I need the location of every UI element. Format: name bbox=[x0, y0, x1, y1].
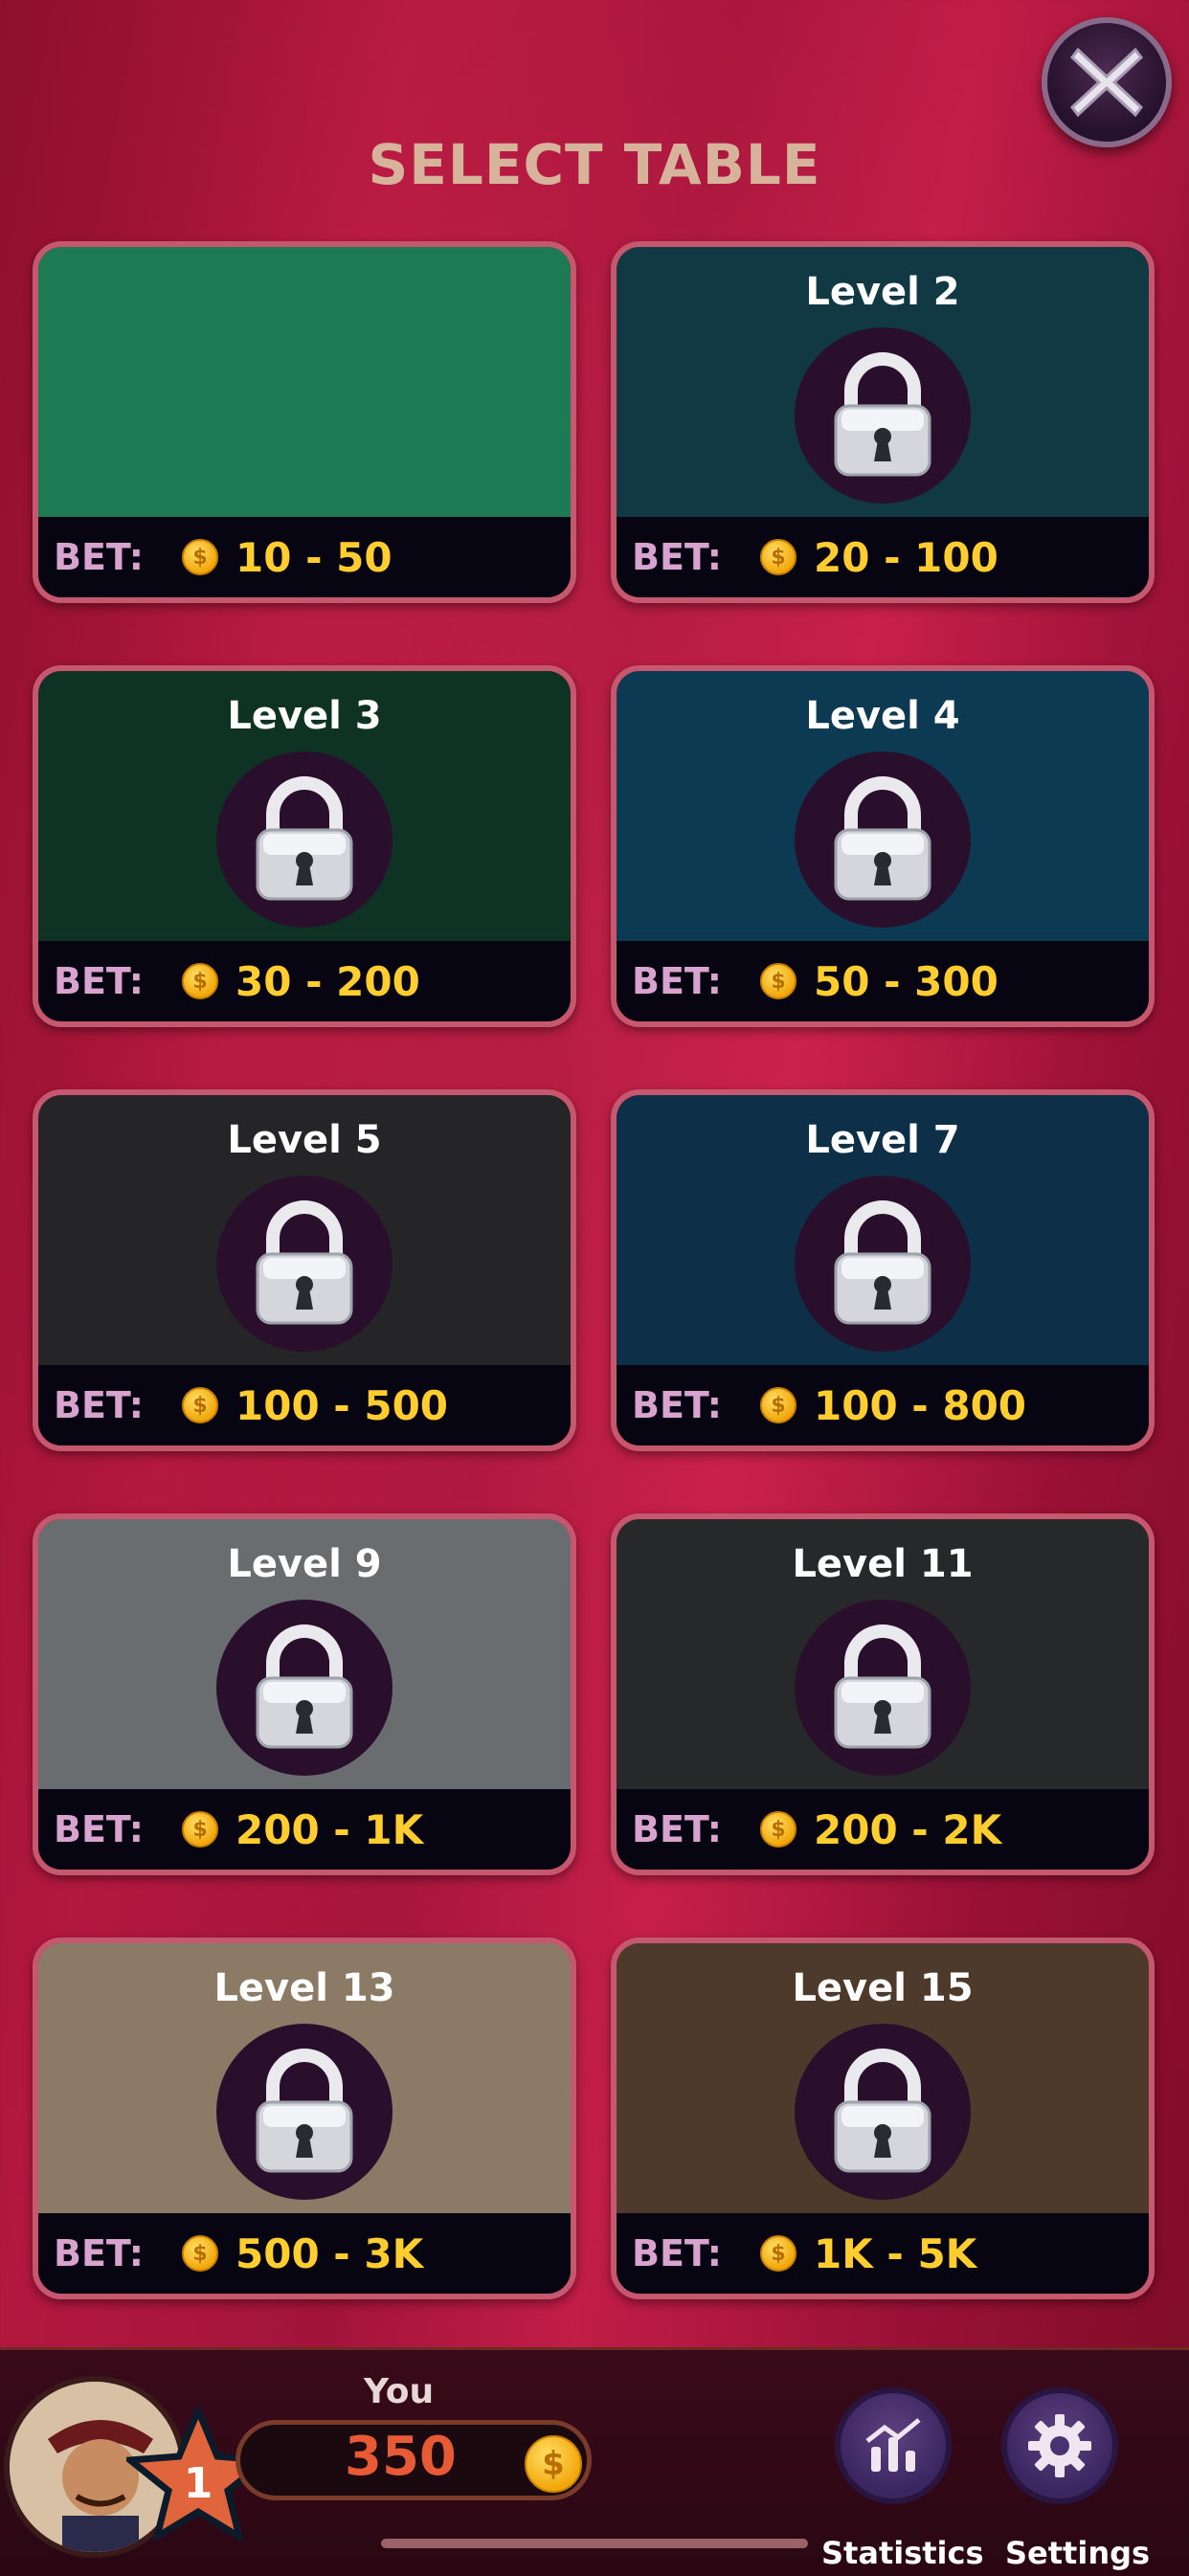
table-card[interactable]: Level 7 BET: $100 - 800 bbox=[611, 1089, 1155, 1451]
coin-icon: $ bbox=[182, 539, 218, 575]
bet-bar: BET: $30 - 200 bbox=[38, 941, 571, 1021]
lock-icon bbox=[795, 1600, 971, 1776]
bet-label: BET: bbox=[632, 960, 722, 1002]
coin-icon: $ bbox=[182, 1811, 218, 1848]
lock-icon bbox=[216, 1600, 393, 1776]
table-card[interactable]: BET: $10 - 50 bbox=[33, 241, 576, 603]
table-level-label: Level 2 bbox=[805, 270, 960, 314]
bet-bar: BET: $20 - 100 bbox=[617, 517, 1149, 597]
lock-icon bbox=[795, 751, 971, 928]
bet-label: BET: bbox=[632, 536, 722, 578]
table-level-label: Level 15 bbox=[792, 1966, 974, 2010]
table-level-label: Level 3 bbox=[227, 694, 382, 738]
home-indicator bbox=[381, 2539, 808, 2548]
lock-icon bbox=[216, 1176, 393, 1352]
table-level-label: Level 4 bbox=[805, 694, 960, 738]
bet-label: BET: bbox=[54, 536, 144, 578]
table-level-label: Level 7 bbox=[805, 1118, 960, 1162]
bet-label: BET: bbox=[54, 960, 144, 1002]
close-x-icon bbox=[1069, 47, 1144, 118]
bet-label: BET: bbox=[632, 1808, 722, 1850]
player-level: 1 bbox=[184, 2459, 213, 2508]
lock-icon bbox=[795, 2024, 971, 2200]
bet-range: 30 - 200 bbox=[236, 957, 420, 1005]
coin-icon: $ bbox=[525, 2435, 582, 2493]
coin-icon: $ bbox=[760, 539, 796, 575]
bet-label: BET: bbox=[54, 2232, 144, 2274]
bet-range: 50 - 300 bbox=[814, 957, 998, 1005]
bet-range: 200 - 2K bbox=[814, 1805, 1002, 1853]
page-title: SELECT TABLE bbox=[368, 132, 821, 197]
lock-icon bbox=[795, 327, 971, 504]
gear-icon bbox=[1028, 2414, 1091, 2477]
bet-bar: BET: $50 - 300 bbox=[617, 941, 1149, 1021]
table-level-label: Level 13 bbox=[213, 1966, 395, 2010]
bet-range: 10 - 50 bbox=[236, 533, 393, 581]
bet-range: 100 - 800 bbox=[814, 1381, 1027, 1429]
bet-range: 500 - 3K bbox=[236, 2229, 424, 2277]
table-level-label: Level 11 bbox=[792, 1542, 974, 1586]
bet-range: 200 - 1K bbox=[236, 1805, 424, 1853]
bet-label: BET: bbox=[632, 2232, 722, 2274]
coin-icon: $ bbox=[182, 1387, 218, 1423]
table-card[interactable]: Level 3 BET: $30 - 200 bbox=[33, 665, 576, 1027]
bet-label: BET: bbox=[632, 1384, 722, 1426]
lock-icon bbox=[216, 2024, 393, 2200]
settings-button[interactable] bbox=[1001, 2387, 1118, 2504]
statistics-label: Statistics bbox=[821, 2535, 984, 2571]
table-card[interactable]: Level 9 BET: $200 - 1K bbox=[33, 1513, 576, 1875]
coin-icon: $ bbox=[760, 1811, 796, 1848]
bet-range: 100 - 500 bbox=[236, 1381, 449, 1429]
bet-bar: BET: $1K - 5K bbox=[617, 2213, 1149, 2294]
coin-icon: $ bbox=[760, 963, 796, 999]
bet-bar: BET: $10 - 50 bbox=[38, 517, 571, 597]
table-felt bbox=[38, 247, 571, 517]
bet-bar: BET: $500 - 3K bbox=[38, 2213, 571, 2294]
table-card[interactable]: Level 13 BET: $500 - 3K bbox=[33, 1938, 576, 2299]
bar-chart-icon bbox=[865, 2418, 921, 2472]
bet-range: 1K - 5K bbox=[814, 2229, 977, 2277]
coin-icon: $ bbox=[182, 2235, 218, 2272]
table-card[interactable]: Level 11 BET: $200 - 2K bbox=[611, 1513, 1155, 1875]
table-card[interactable]: Level 2 BET: $20 - 100 bbox=[611, 241, 1155, 603]
coin-icon: $ bbox=[760, 2235, 796, 2272]
lock-icon bbox=[216, 751, 393, 928]
bet-bar: BET: $100 - 800 bbox=[617, 1365, 1149, 1445]
table-level-label: Level 9 bbox=[227, 1542, 382, 1586]
bet-label: BET: bbox=[54, 1384, 144, 1426]
player-name: You bbox=[364, 2372, 435, 2411]
lock-icon bbox=[795, 1176, 971, 1352]
table-level-label: Level 5 bbox=[227, 1118, 382, 1162]
bet-bar: BET: $200 - 2K bbox=[617, 1789, 1149, 1870]
bet-range: 20 - 100 bbox=[814, 533, 998, 581]
table-card[interactable]: Level 5 BET: $100 - 500 bbox=[33, 1089, 576, 1451]
bet-bar: BET: $200 - 1K bbox=[38, 1789, 571, 1870]
table-card[interactable]: Level 15 BET: $1K - 5K bbox=[611, 1938, 1155, 2299]
close-button[interactable] bbox=[1042, 17, 1172, 147]
table-card[interactable]: Level 4 BET: $50 - 300 bbox=[611, 665, 1155, 1027]
bet-label: BET: bbox=[54, 1808, 144, 1850]
bet-bar: BET: $100 - 500 bbox=[38, 1365, 571, 1445]
coin-icon: $ bbox=[760, 1387, 796, 1423]
settings-label: Settings bbox=[1005, 2535, 1151, 2571]
coin-icon: $ bbox=[182, 963, 218, 999]
statistics-button[interactable] bbox=[835, 2387, 952, 2504]
coin-balance: 350 bbox=[345, 2426, 457, 2488]
